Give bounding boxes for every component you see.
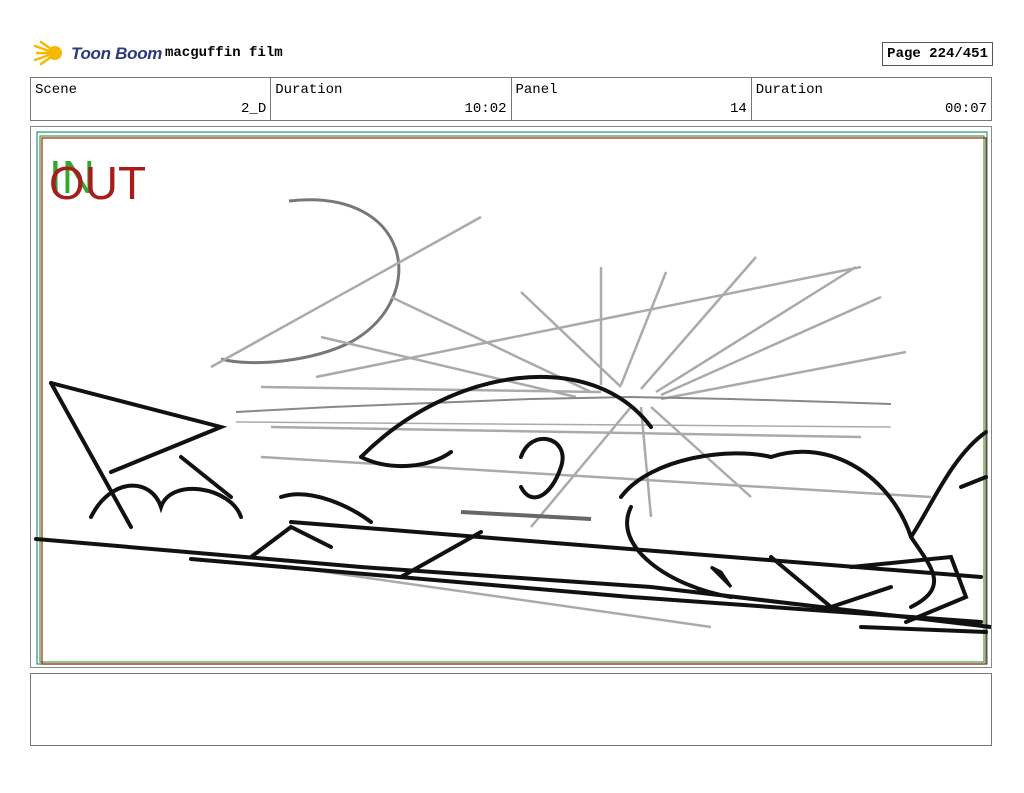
scene-value: 2_D <box>241 101 267 117</box>
horizon-line <box>235 395 892 413</box>
moon-sketch <box>220 198 401 365</box>
panel-duration-label: Duration <box>755 82 823 98</box>
scene-duration-cell: Duration 10:02 <box>271 78 512 120</box>
scene-duration-value: 10:02 <box>464 101 507 117</box>
panel-info-row: Scene 2_D Duration 10:02 Panel 14 Durati… <box>30 77 992 121</box>
panel-duration-value: 00:07 <box>944 101 987 117</box>
panel-cell: Panel 14 <box>512 78 752 120</box>
water-hatching <box>460 510 592 521</box>
toon-boom-logo: Toon Boom <box>33 38 163 68</box>
panel-sketch: IN OUT <box>34 131 991 665</box>
page-number: Page 224/451 <box>882 42 993 66</box>
scene-label: Scene <box>35 82 78 98</box>
logo-text: Toon Boom <box>71 44 163 63</box>
storyboard-panel: IN OUT <box>30 126 992 668</box>
panel-label: Panel <box>515 82 558 98</box>
frame-outline-teal <box>36 131 988 665</box>
scene-duration-label: Duration <box>275 82 343 98</box>
panel-notes <box>30 673 992 746</box>
panel-value: 14 <box>729 101 747 117</box>
scene-cell: Scene 2_D <box>31 78 272 120</box>
foreground-sketch <box>34 375 991 634</box>
out-mark: OUT <box>49 157 146 209</box>
rock-shape <box>709 565 733 589</box>
panel-duration-cell: Duration 00:07 <box>752 78 991 120</box>
storyboard-header: Toon Boom macguffin film Page 224/451 <box>31 36 993 70</box>
film-title: macguffin film <box>165 45 283 61</box>
sunburst-logo-icon <box>33 40 62 66</box>
